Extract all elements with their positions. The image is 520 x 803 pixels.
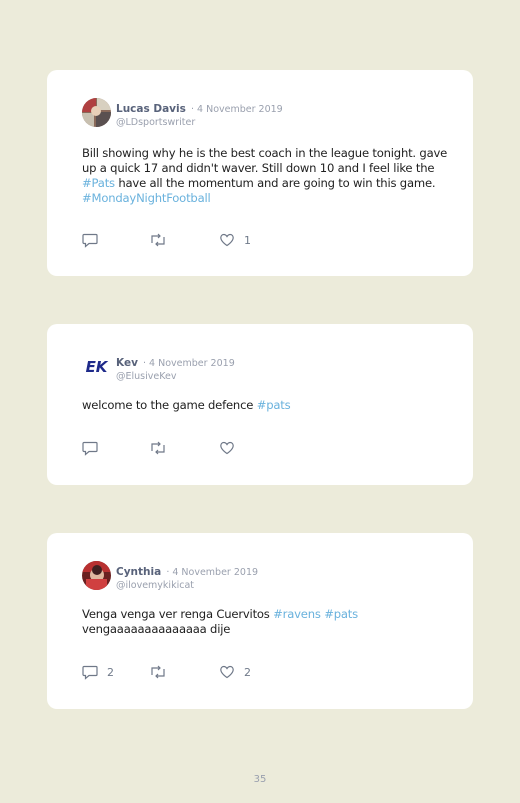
reply-icon <box>82 440 98 456</box>
tweet-text-segment: vengaaaaaaaaaaaaaa dije <box>82 622 231 636</box>
tweet-text-segment: Venga venga ver renga Cuervitos <box>82 607 274 621</box>
retweet-button[interactable] <box>149 440 176 456</box>
retweet-icon <box>149 232 167 248</box>
hashtag-link[interactable]: #pats <box>257 398 291 412</box>
reply-count: 2 <box>107 665 114 679</box>
avatar[interactable] <box>82 561 111 590</box>
retweet-button[interactable] <box>149 232 176 248</box>
tweet-date: · 4 November 2019 <box>166 567 259 578</box>
user-handle[interactable]: @ElusiveKev <box>116 370 235 383</box>
avatar[interactable] <box>82 98 111 127</box>
hashtag-link[interactable]: #Pats <box>82 176 115 190</box>
display-name[interactable]: Lucas Davis <box>116 103 186 115</box>
like-icon <box>219 232 235 248</box>
tweet-text-segment: Bill showing why he is the best coach in… <box>82 146 448 175</box>
hashtag-link[interactable]: #ravens <box>273 607 321 621</box>
hashtag-link[interactable]: #pats <box>324 607 358 621</box>
like-count: 2 <box>244 665 251 679</box>
like-icon <box>219 440 235 456</box>
avatar[interactable]: EK <box>82 352 111 381</box>
like-button[interactable] <box>219 440 244 456</box>
hashtag-link[interactable]: #MondayNightFootball <box>82 191 211 205</box>
avatar-logo: EK <box>86 358 109 376</box>
reply-button[interactable]: 2 <box>82 664 114 680</box>
reply-button[interactable] <box>82 440 107 456</box>
tweet-text-segment: welcome to the game defence <box>82 398 257 412</box>
reply-icon <box>82 664 98 680</box>
retweet-button[interactable] <box>149 664 176 680</box>
display-name[interactable]: Kev <box>116 357 138 369</box>
tweet-text: Venga venga ver renga Cuervitos #ravens … <box>82 607 452 637</box>
user-handle[interactable]: @LDsportswriter <box>116 116 283 129</box>
tweet-date: · 4 November 2019 <box>143 358 235 369</box>
like-button[interactable]: 2 <box>219 664 251 680</box>
tweet-card: Cynthia · 4 November 2019 @ilovemykikica… <box>47 533 473 709</box>
reply-icon <box>82 232 98 248</box>
reply-button[interactable] <box>82 232 107 248</box>
tweet-card: EK Kev · 4 November 2019 @ElusiveKev wel… <box>47 324 473 485</box>
tweet-date: · 4 November 2019 <box>190 104 283 115</box>
retweet-icon <box>149 664 167 680</box>
page-number: 35 <box>253 774 267 785</box>
tweet-text-segment: have all the momentum and are going to w… <box>114 176 436 190</box>
retweet-icon <box>149 440 167 456</box>
tweet-text: Bill showing why he is the best coach in… <box>82 146 452 206</box>
like-icon <box>219 664 235 680</box>
user-handle[interactable]: @ilovemykikicat <box>116 579 258 592</box>
display-name[interactable]: Cynthia <box>116 566 161 578</box>
like-count: 1 <box>244 233 251 247</box>
tweet-text: welcome to the game defence #pats <box>82 398 452 413</box>
tweet-card: Lucas Davis · 4 November 2019 @LDsportsw… <box>47 70 473 276</box>
like-button[interactable]: 1 <box>219 232 251 248</box>
